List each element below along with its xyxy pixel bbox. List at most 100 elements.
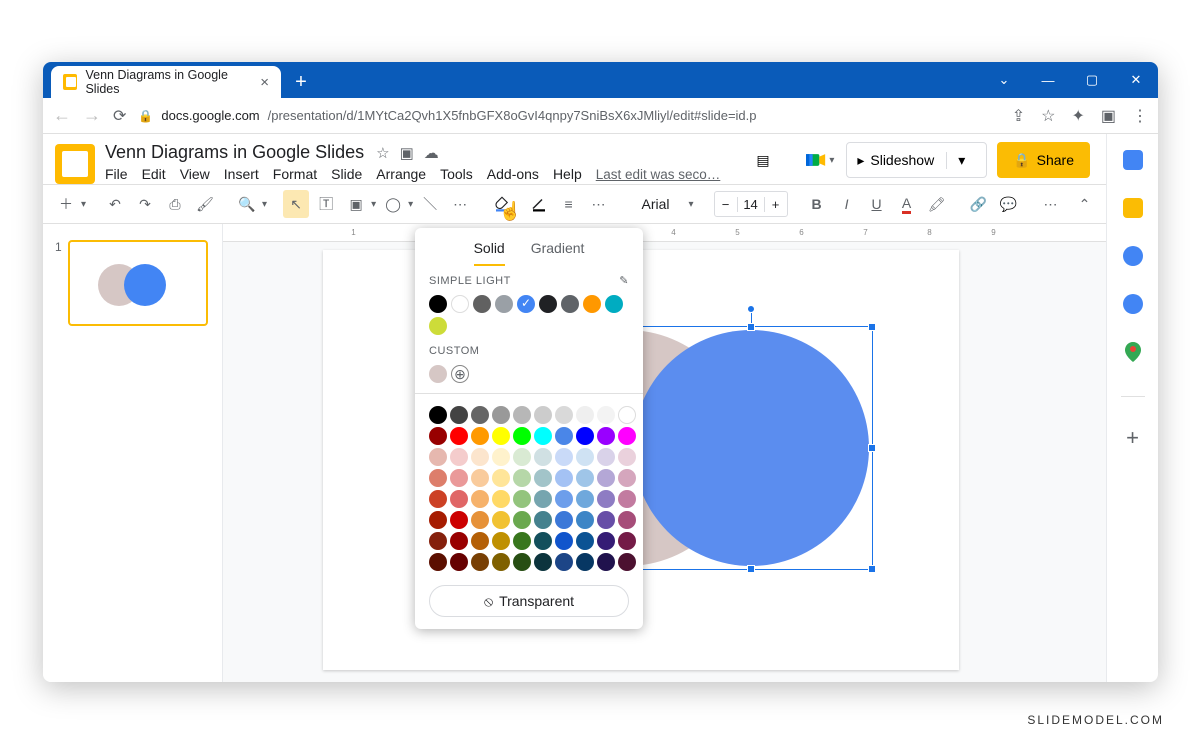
- palette-swatch[interactable]: [618, 448, 636, 466]
- chevron-down-icon[interactable]: ⌄: [982, 62, 1026, 98]
- palette-swatch[interactable]: [429, 406, 447, 424]
- palette-swatch[interactable]: [492, 469, 510, 487]
- meet-button[interactable]: ▾: [796, 142, 836, 178]
- palette-swatch[interactable]: [555, 469, 573, 487]
- bookmark-star-icon[interactable]: ☆: [1041, 106, 1055, 126]
- palette-swatch[interactable]: [576, 469, 594, 487]
- palette-swatch[interactable]: [513, 490, 531, 508]
- menu-view[interactable]: View: [180, 166, 210, 182]
- new-slide-button[interactable]: ＋: [53, 190, 79, 218]
- palette-swatch[interactable]: [618, 532, 636, 550]
- font-size-value[interactable]: 14: [737, 197, 765, 212]
- calendar-icon[interactable]: [1123, 150, 1143, 170]
- menu-help[interactable]: Help: [553, 166, 582, 182]
- border-weight-button[interactable]: ≡: [556, 190, 582, 218]
- palette-swatch[interactable]: [534, 406, 552, 424]
- menu-arrange[interactable]: Arrange: [376, 166, 426, 182]
- custom-swatch[interactable]: [429, 365, 447, 383]
- sidepanel-toggle-icon[interactable]: ▣: [1101, 106, 1116, 126]
- theme-swatch[interactable]: [561, 295, 579, 313]
- extensions-icon[interactable]: ✦: [1071, 106, 1084, 126]
- theme-swatch[interactable]: [517, 295, 535, 313]
- maximize-button[interactable]: ▢: [1070, 62, 1114, 98]
- palette-swatch[interactable]: [555, 448, 573, 466]
- palette-swatch[interactable]: [597, 448, 615, 466]
- palette-swatch[interactable]: [513, 532, 531, 550]
- url-field[interactable]: 🔒 docs.google.com/presentation/d/1MYtCa2…: [138, 108, 999, 123]
- zoom-button[interactable]: 🔍: [234, 190, 260, 218]
- palette-swatch[interactable]: [618, 553, 636, 571]
- palette-swatch[interactable]: [618, 406, 636, 424]
- theme-swatch[interactable]: [495, 295, 513, 313]
- image-tool[interactable]: ▣: [343, 190, 369, 218]
- palette-swatch[interactable]: [534, 490, 552, 508]
- palette-swatch[interactable]: [618, 511, 636, 529]
- rotate-handle[interactable]: [747, 305, 755, 313]
- transparent-button[interactable]: ⦸ Transparent: [429, 585, 629, 617]
- palette-swatch[interactable]: [534, 553, 552, 571]
- menu-file[interactable]: File: [105, 166, 128, 182]
- menu-slide[interactable]: Slide: [331, 166, 362, 182]
- palette-swatch[interactable]: [450, 553, 468, 571]
- back-button[interactable]: ←: [53, 105, 71, 126]
- font-family-select[interactable]: Arial: [628, 190, 698, 218]
- insert-link-button[interactable]: 🔗: [966, 190, 992, 218]
- keep-icon[interactable]: [1123, 198, 1143, 218]
- contacts-icon[interactable]: [1123, 294, 1143, 314]
- palette-swatch[interactable]: [597, 490, 615, 508]
- palette-swatch[interactable]: [471, 532, 489, 550]
- resize-handle[interactable]: [747, 565, 755, 573]
- line-tool[interactable]: ＼: [417, 190, 443, 218]
- add-custom-color[interactable]: ⊕: [451, 365, 469, 383]
- share-url-icon[interactable]: ⇪: [1012, 106, 1025, 126]
- font-size-decrease[interactable]: −: [715, 197, 737, 212]
- menu-edit[interactable]: Edit: [142, 166, 166, 182]
- palette-swatch[interactable]: [555, 553, 573, 571]
- palette-swatch[interactable]: [555, 427, 573, 445]
- palette-swatch[interactable]: [471, 511, 489, 529]
- resize-handle[interactable]: [747, 323, 755, 331]
- palette-swatch[interactable]: [534, 532, 552, 550]
- palette-swatch[interactable]: [597, 532, 615, 550]
- reload-button[interactable]: ⟳: [113, 106, 126, 126]
- palette-swatch[interactable]: [534, 469, 552, 487]
- new-tab-button[interactable]: +: [287, 68, 315, 96]
- resize-handle[interactable]: [868, 323, 876, 331]
- palette-swatch[interactable]: [513, 427, 531, 445]
- palette-swatch[interactable]: [450, 448, 468, 466]
- slideshow-button[interactable]: ▸ Slideshow ▾: [846, 142, 987, 178]
- palette-swatch[interactable]: [576, 553, 594, 571]
- palette-swatch[interactable]: [429, 469, 447, 487]
- select-tool[interactable]: ↖: [283, 190, 309, 218]
- theme-swatch[interactable]: [429, 295, 447, 313]
- palette-swatch[interactable]: [471, 427, 489, 445]
- palette-swatch[interactable]: [576, 448, 594, 466]
- tab-solid[interactable]: Solid: [474, 240, 505, 266]
- theme-swatch[interactable]: [429, 317, 447, 335]
- comment-tool[interactable]: ⋯: [447, 190, 473, 218]
- resize-handle[interactable]: [868, 444, 876, 452]
- palette-swatch[interactable]: [534, 511, 552, 529]
- palette-swatch[interactable]: [534, 448, 552, 466]
- palette-swatch[interactable]: [492, 511, 510, 529]
- redo-button[interactable]: ↷: [132, 190, 158, 218]
- collapse-toolbar-icon[interactable]: ⌃: [1072, 190, 1098, 218]
- highlight-button[interactable]: 🖍: [924, 190, 950, 218]
- share-button[interactable]: 🔒 Share: [997, 142, 1090, 178]
- menu-tools[interactable]: Tools: [440, 166, 473, 182]
- palette-swatch[interactable]: [471, 448, 489, 466]
- print-button[interactable]: ⎙: [162, 190, 188, 218]
- browser-menu-icon[interactable]: ⋮: [1132, 106, 1148, 126]
- document-title[interactable]: Venn Diagrams in Google Slides: [105, 142, 364, 163]
- palette-swatch[interactable]: [597, 406, 615, 424]
- palette-swatch[interactable]: [597, 553, 615, 571]
- theme-swatch[interactable]: [605, 295, 623, 313]
- palette-swatch[interactable]: [513, 553, 531, 571]
- tab-close-icon[interactable]: ×: [260, 74, 269, 91]
- palette-swatch[interactable]: [471, 406, 489, 424]
- paint-format-button[interactable]: 🖌: [192, 190, 218, 218]
- palette-swatch[interactable]: [492, 448, 510, 466]
- slide-thumbnail-1[interactable]: [68, 240, 208, 326]
- menu-insert[interactable]: Insert: [224, 166, 259, 182]
- slideshow-dropdown[interactable]: ▾: [946, 152, 976, 169]
